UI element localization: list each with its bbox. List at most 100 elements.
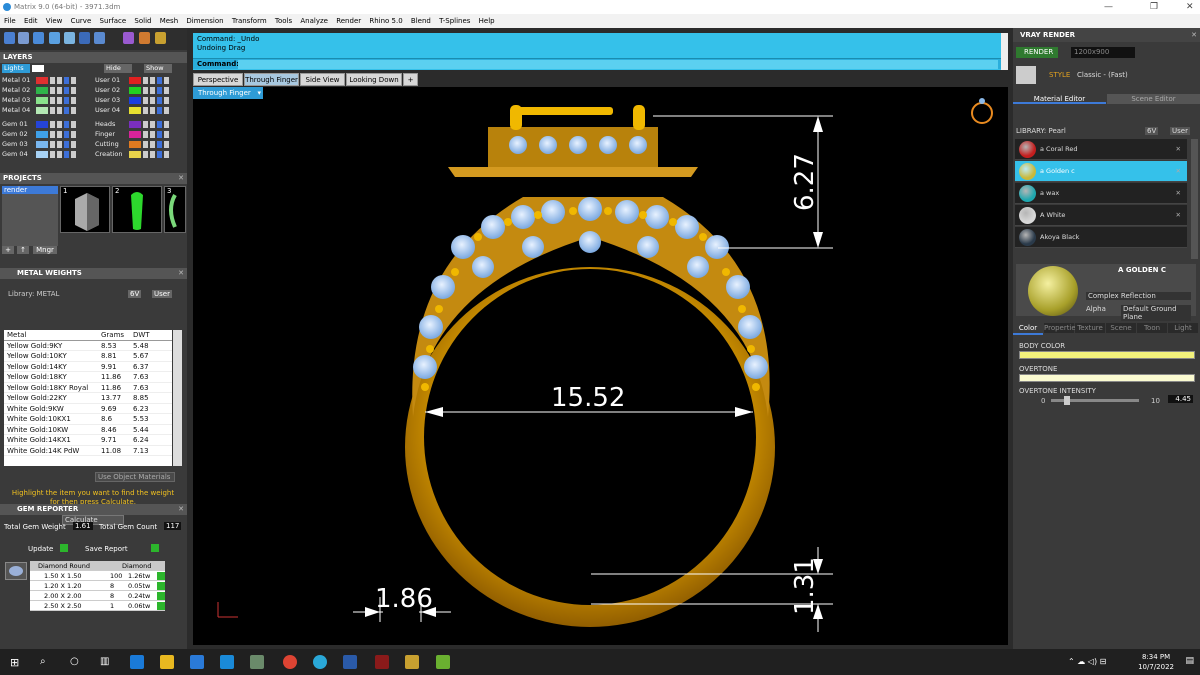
layer-lock-icon[interactable] — [150, 141, 155, 148]
layer-toggle-icon[interactable] — [164, 87, 169, 94]
metal-table-row[interactable]: White Gold:9KW 9.69 6.23 — [4, 404, 172, 414]
layer-toggle-icon[interactable] — [164, 77, 169, 84]
remove-material-icon[interactable]: ✕ — [1176, 139, 1181, 160]
menu-file[interactable]: File — [4, 17, 16, 25]
metal-lib-6v-tab[interactable]: 6V — [128, 290, 142, 298]
layer-color-swatch[interactable] — [36, 121, 48, 128]
metal-table-row[interactable]: White Gold:10KW 8.46 5.44 — [4, 425, 172, 435]
layer-lock-icon[interactable] — [150, 77, 155, 84]
menu-surface[interactable]: Surface — [100, 17, 127, 25]
layer-visibility-icon[interactable] — [143, 121, 148, 128]
metal-table-row[interactable]: Yellow Gold:22KY 13.77 8.85 — [4, 393, 172, 404]
menu-edit[interactable]: Edit — [24, 17, 38, 25]
add-project-button[interactable]: + — [2, 246, 14, 254]
tools-icon[interactable] — [139, 32, 150, 44]
lights-button[interactable]: Lights — [2, 64, 30, 73]
layer-lock-icon[interactable] — [150, 131, 155, 138]
tab-side-view[interactable]: Side View — [300, 73, 345, 86]
layer-row[interactable]: User 04 — [95, 106, 185, 115]
layer-visibility-icon[interactable] — [50, 121, 55, 128]
layer-toggle-icon[interactable] — [64, 131, 69, 138]
layer-visibility-icon[interactable] — [50, 87, 55, 94]
command-input[interactable]: Command: — [193, 58, 1001, 69]
app-icon-red[interactable] — [375, 655, 389, 669]
metal-table-row[interactable]: White Gold:14KX1 9.71 6.24 — [4, 435, 172, 446]
vray-render-button[interactable]: RENDER — [1016, 47, 1058, 58]
layer-row[interactable]: Metal 01 — [2, 76, 92, 85]
store-icon[interactable] — [190, 655, 204, 669]
overtone-slider[interactable] — [1019, 374, 1195, 382]
layer-toggle-icon[interactable] — [71, 151, 76, 158]
save-report-button[interactable]: Save Report — [85, 545, 128, 553]
project-thumb-3[interactable]: 3 — [164, 186, 186, 233]
layer-lock-icon[interactable] — [57, 97, 62, 104]
layer-toggle-icon[interactable] — [157, 151, 162, 158]
layer-toggle-icon[interactable] — [164, 121, 169, 128]
gem-row-select-icon[interactable] — [157, 602, 165, 610]
layer-toggle-icon[interactable] — [64, 87, 69, 94]
gem-row-select-icon[interactable] — [157, 592, 165, 600]
metal-table-row[interactable]: White Gold:10KX1 8.6 5.53 — [4, 414, 172, 425]
menu-help[interactable]: Help — [479, 17, 495, 25]
layer-toggle-icon[interactable] — [164, 97, 169, 104]
layer-color-swatch[interactable] — [129, 87, 141, 94]
gem-table-row[interactable]: 1.20 X 1.20 8 0.05tw — [30, 581, 165, 591]
property-tab[interactable]: Properties — [1044, 323, 1079, 333]
layer-row[interactable]: User 02 — [95, 86, 185, 95]
layer-toggle-icon[interactable] — [71, 107, 76, 114]
task-view-icon[interactable]: ▥ — [100, 656, 109, 667]
rotate-tool-icon[interactable] — [33, 32, 44, 44]
menu-rhino[interactable]: Rhino 5.0 — [369, 17, 402, 25]
menu-tsplines[interactable]: T-Splines — [439, 17, 470, 25]
project-item-render[interactable]: render — [2, 186, 58, 194]
layer-row[interactable]: Finger — [95, 130, 185, 139]
layer-visibility-icon[interactable] — [50, 141, 55, 148]
metal-table-row[interactable]: Yellow Gold:18KY 11.86 7.63 — [4, 372, 172, 383]
layer-row[interactable]: Gem 01 — [2, 120, 92, 129]
file-explorer-icon[interactable] — [160, 655, 174, 669]
material-item[interactable]: a Coral Red ✕ — [1015, 139, 1187, 160]
app-icon-globe[interactable] — [313, 655, 327, 669]
layer-visibility-icon[interactable] — [143, 97, 148, 104]
maximize-button[interactable]: ❐ — [1150, 0, 1158, 14]
pen-tool-icon[interactable] — [79, 32, 90, 44]
layer-row[interactable]: Gem 02 — [2, 130, 92, 139]
material-item[interactable]: a Golden c ✕ — [1015, 161, 1187, 182]
layer-visibility-icon[interactable] — [50, 107, 55, 114]
layer-toggle-icon[interactable] — [157, 131, 162, 138]
menu-view[interactable]: View — [46, 17, 63, 25]
close-gem-reporter-icon[interactable]: ✕ — [178, 504, 184, 515]
layer-row[interactable]: Creation — [95, 150, 185, 159]
layer-toggle-icon[interactable] — [71, 87, 76, 94]
layer-toggle-icon[interactable] — [64, 121, 69, 128]
layer-toggle-icon[interactable] — [157, 107, 162, 114]
material-item[interactable]: a wax ✕ — [1015, 183, 1187, 204]
layer-toggle-icon[interactable] — [157, 121, 162, 128]
layer-color-swatch[interactable] — [129, 151, 141, 158]
layer-visibility-icon[interactable] — [143, 87, 148, 94]
intensity-slider-thumb[interactable] — [1064, 396, 1070, 405]
menu-solid[interactable]: Solid — [134, 17, 151, 25]
app-icon-matrix[interactable] — [405, 655, 419, 669]
filter-tool-icon[interactable] — [64, 32, 75, 44]
remove-material-icon[interactable]: ✕ — [1176, 161, 1181, 182]
layer-toggle-icon[interactable] — [64, 77, 69, 84]
metal-table-scrollbar[interactable] — [173, 330, 182, 466]
menu-dimension[interactable]: Dimension — [186, 17, 223, 25]
layer-color-swatch[interactable] — [129, 131, 141, 138]
metal-table-row[interactable]: White Gold:14K PdW 11.08 7.13 — [4, 446, 172, 456]
close-button[interactable]: ✕ — [1186, 0, 1194, 14]
layer-toggle-icon[interactable] — [164, 131, 169, 138]
property-tab[interactable]: Scene — [1106, 323, 1136, 333]
search-icon[interactable]: ⌕ — [40, 656, 46, 667]
lights-swatch[interactable] — [32, 65, 44, 72]
show-button[interactable]: Show — [144, 64, 172, 73]
layer-color-swatch[interactable] — [36, 97, 48, 104]
body-color-slider[interactable] — [1019, 351, 1195, 359]
chrome-icon[interactable] — [283, 655, 297, 669]
menu-render[interactable]: Render — [336, 17, 361, 25]
layer-row[interactable]: User 01 — [95, 76, 185, 85]
layer-lock-icon[interactable] — [150, 87, 155, 94]
reflection-dropdown[interactable]: Complex Reflection — [1086, 292, 1191, 300]
metal-table-row[interactable]: Yellow Gold:10KY 8.81 5.67 — [4, 351, 172, 362]
